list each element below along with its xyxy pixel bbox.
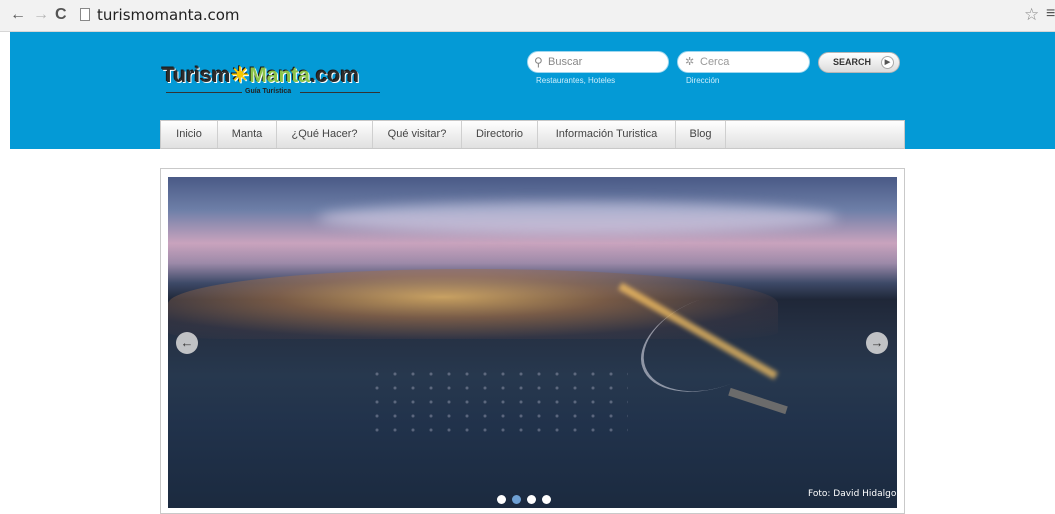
- arrow-right-icon: →: [870, 335, 884, 350]
- main-nav: Inicio Manta ¿Qué Hacer? Qué visitar? Di…: [160, 120, 905, 149]
- chevron-right-icon: ▶: [881, 56, 894, 69]
- logo-rule-left: [166, 92, 242, 93]
- forward-arrow-icon[interactable]: →: [33, 6, 49, 24]
- back-arrow-icon[interactable]: ←: [10, 6, 26, 24]
- sun-icon: ☀: [230, 64, 250, 87]
- nav-item-informacion-turistica[interactable]: Información Turistica: [538, 121, 676, 148]
- slider-next-button[interactable]: →: [866, 332, 888, 354]
- search-placeholder: Buscar: [548, 56, 583, 68]
- reload-icon[interactable]: C: [55, 6, 67, 24]
- near-input[interactable]: ✲ Cerca: [677, 51, 810, 73]
- nav-item-manta[interactable]: Manta: [218, 121, 277, 148]
- slider-image: [168, 177, 897, 508]
- slider-dot-3[interactable]: [527, 495, 536, 504]
- menu-icon[interactable]: ≡: [1046, 5, 1055, 23]
- page-icon: [80, 8, 90, 21]
- slider-pagination: [497, 495, 557, 505]
- near-placeholder: Cerca: [700, 56, 730, 68]
- nav-item-que-hacer[interactable]: ¿Qué Hacer?: [277, 121, 373, 148]
- photo-pier: [728, 387, 788, 415]
- search-input[interactable]: ⚲ Buscar: [527, 51, 669, 73]
- photo-boats: [368, 367, 628, 437]
- nav-item-inicio[interactable]: Inicio: [161, 121, 218, 148]
- search-button[interactable]: SEARCH ▶: [818, 52, 900, 73]
- slider-dot-1[interactable]: [497, 495, 506, 504]
- location-icon: ✲: [685, 56, 695, 68]
- search-icon: ⚲: [534, 55, 543, 69]
- nav-item-blog[interactable]: Blog: [676, 121, 726, 148]
- search-button-label: SEARCH: [833, 57, 872, 67]
- slider-dot-4[interactable]: [542, 495, 551, 504]
- nav-item-que-visitar[interactable]: Qué visitar?: [373, 121, 462, 148]
- site-logo[interactable]: Turism☀Manta.com Guía Turística: [160, 63, 384, 101]
- logo-tagline: Guía Turística: [245, 88, 292, 95]
- browser-toolbar: ← → C turismomanta.com ☆ ≡: [0, 0, 1055, 32]
- nav-item-directorio[interactable]: Directorio: [462, 121, 538, 148]
- slider-prev-button[interactable]: ←: [176, 332, 198, 354]
- logo-text: Turism☀Manta.com: [162, 64, 359, 87]
- slider-dot-2[interactable]: [512, 495, 521, 504]
- near-hint: Dirección: [686, 76, 720, 85]
- photo-cloud: [318, 202, 838, 234]
- arrow-left-icon: ←: [180, 335, 194, 350]
- search-hint: Restaurantes, Hoteles: [536, 76, 616, 85]
- address-bar[interactable]: turismomanta.com: [97, 6, 240, 24]
- photo-credit: Foto: David Hidalgo: [808, 489, 897, 499]
- star-icon[interactable]: ☆: [1024, 5, 1039, 25]
- logo-rule-right: [300, 92, 380, 93]
